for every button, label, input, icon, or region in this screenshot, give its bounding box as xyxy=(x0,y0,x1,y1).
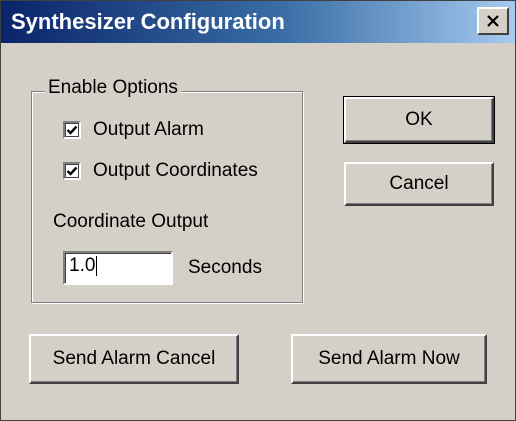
output-coordinates-label: Output Coordinates xyxy=(93,160,258,181)
window-title: Synthesizer Configuration xyxy=(11,9,285,34)
enable-options-legend: Enable Options xyxy=(45,77,181,99)
cancel-button[interactable]: Cancel xyxy=(344,162,494,206)
title-bar[interactable]: Synthesizer Configuration xyxy=(1,1,515,43)
coordinate-output-label: Coordinate Output xyxy=(53,211,209,232)
output-coordinates-checkbox-row[interactable]: Output Coordinates xyxy=(63,160,258,182)
close-icon xyxy=(487,15,499,27)
send-alarm-cancel-button[interactable]: Send Alarm Cancel xyxy=(29,334,239,384)
output-alarm-checkbox[interactable] xyxy=(63,121,81,139)
coordinate-output-input[interactable]: 1.0 xyxy=(63,251,173,285)
output-alarm-checkbox-row[interactable]: Output Alarm xyxy=(63,119,204,141)
checkmark-icon xyxy=(66,166,78,176)
send-alarm-now-button[interactable]: Send Alarm Now xyxy=(291,334,487,384)
output-alarm-label: Output Alarm xyxy=(93,119,204,140)
output-coordinates-checkbox[interactable] xyxy=(63,162,81,180)
close-button[interactable] xyxy=(477,7,509,35)
checkmark-icon xyxy=(66,125,78,135)
seconds-label: Seconds xyxy=(188,257,262,278)
coordinate-output-value: 1.0 xyxy=(69,255,96,276)
ok-button[interactable]: OK xyxy=(343,96,495,144)
text-caret xyxy=(96,255,98,276)
synthesizer-configuration-dialog: Synthesizer Configuration Enable Options… xyxy=(0,0,516,421)
